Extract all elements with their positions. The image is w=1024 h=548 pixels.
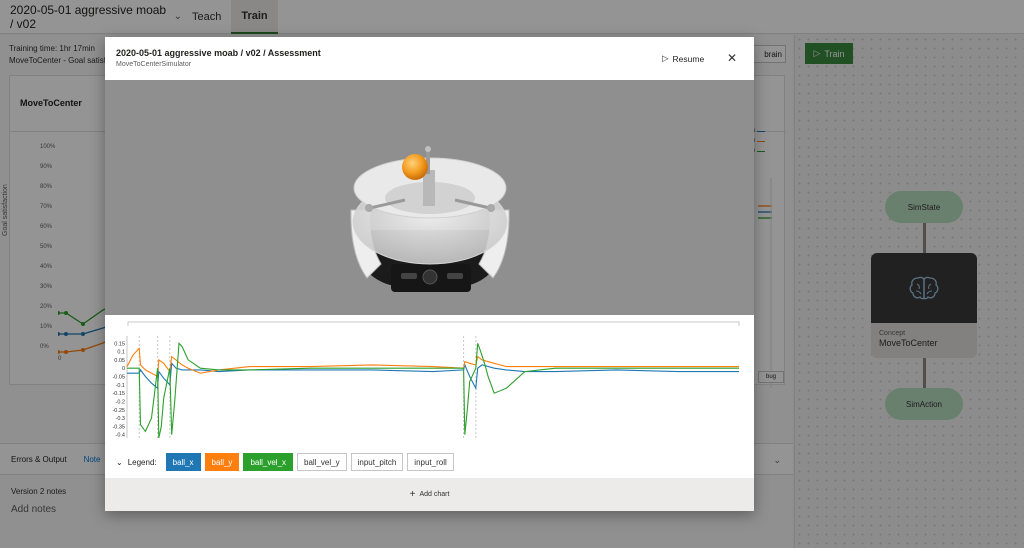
plus-icon: + — [409, 489, 416, 500]
y-tick-label: -0.3 — [116, 416, 125, 422]
y-tick-label: -0.25 — [112, 408, 125, 414]
legend-toggle[interactable]: ⌄ Legend: — [116, 458, 157, 467]
simulator-visualization — [105, 80, 754, 315]
y-tick-label: -0.35 — [112, 424, 125, 430]
legend-chip-ball-y[interactable]: ball_y — [204, 453, 240, 471]
legend-label: Legend: — [127, 457, 157, 467]
moab-robot-image — [350, 146, 510, 292]
y-tick-label: 0.15 — [114, 341, 125, 347]
y-tick-label: -0.4 — [116, 433, 125, 439]
close-icon[interactable]: ✕ — [726, 51, 738, 65]
resume-label: Resume — [672, 53, 705, 64]
assessment-chart-svg: 0.15 0.1 0.05 0 -0.05 -0.1 -0.15 -0.2 -0.25 -0.3 -… — [112, 321, 740, 439]
y-tick-label: -0.2 — [116, 399, 125, 405]
assessment-chart: 0.15 0.1 0.05 0 -0.05 -0.1 -0.15 -0.2 -0.25 -0.3 -… — [105, 316, 754, 450]
dialog-subtitle: MoveToCenterSimulator — [116, 61, 192, 68]
timeline-scrubber — [127, 321, 740, 326]
chevron-down-icon: ⌄ — [116, 457, 123, 467]
legend-chip-ball-vel-x[interactable]: ball_vel_x — [243, 453, 294, 471]
legend-chip-input-pitch[interactable]: input_pitch — [350, 453, 404, 471]
y-tick-label: 0.05 — [114, 358, 125, 364]
assessment-dialog: 2020-05-01 aggressive moab / v02 / Asses… — [105, 37, 754, 511]
y-tick-label: -0.15 — [112, 391, 125, 397]
y-tick-label: 0.1 — [117, 350, 125, 356]
chart-legend: ⌄ Legend: ball_x ball_y ball_vel_x ball_… — [116, 453, 454, 471]
play-icon: ▷ — [662, 53, 669, 63]
series-line-ball_y — [126, 347, 739, 378]
y-tick-label: -0.1 — [116, 383, 125, 389]
legend-chip-ball-x[interactable]: ball_x — [165, 453, 201, 471]
dialog-title: 2020-05-01 aggressive moab / v02 / Asses… — [116, 48, 321, 58]
add-chart-button[interactable]: + Add chart — [105, 478, 754, 511]
legend-chip-ball-vel-y[interactable]: ball_vel_y — [297, 453, 347, 471]
resume-button[interactable]: ▷ Resume — [662, 53, 704, 64]
y-tick-label: -0.05 — [112, 375, 125, 381]
legend-chip-input-roll[interactable]: input_roll — [407, 453, 454, 471]
add-chart-label: Add chart — [419, 491, 450, 498]
series-line-ball_vel_x — [127, 342, 739, 439]
y-tick-label: 0 — [122, 366, 125, 372]
